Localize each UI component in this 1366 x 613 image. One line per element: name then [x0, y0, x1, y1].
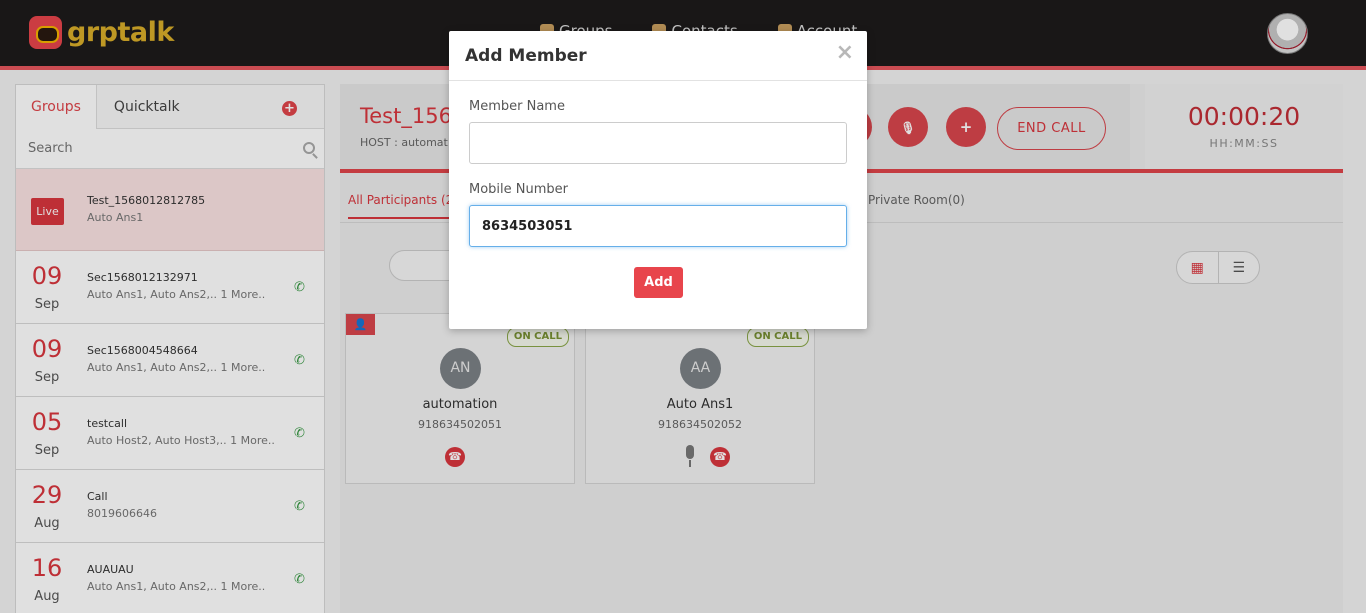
member-name-label: Member Name — [469, 99, 565, 114]
add-member-button[interactable]: Add — [634, 267, 683, 298]
modal-header: Add Member × — [449, 31, 867, 81]
add-member-dialog: Add Member × Member Name Mobile Number A… — [449, 31, 867, 329]
close-icon[interactable]: × — [836, 40, 854, 65]
modal-title: Add Member — [465, 46, 587, 66]
member-name-input[interactable] — [469, 122, 847, 164]
mobile-number-label: Mobile Number — [469, 182, 568, 197]
mobile-number-input[interactable] — [469, 205, 847, 247]
